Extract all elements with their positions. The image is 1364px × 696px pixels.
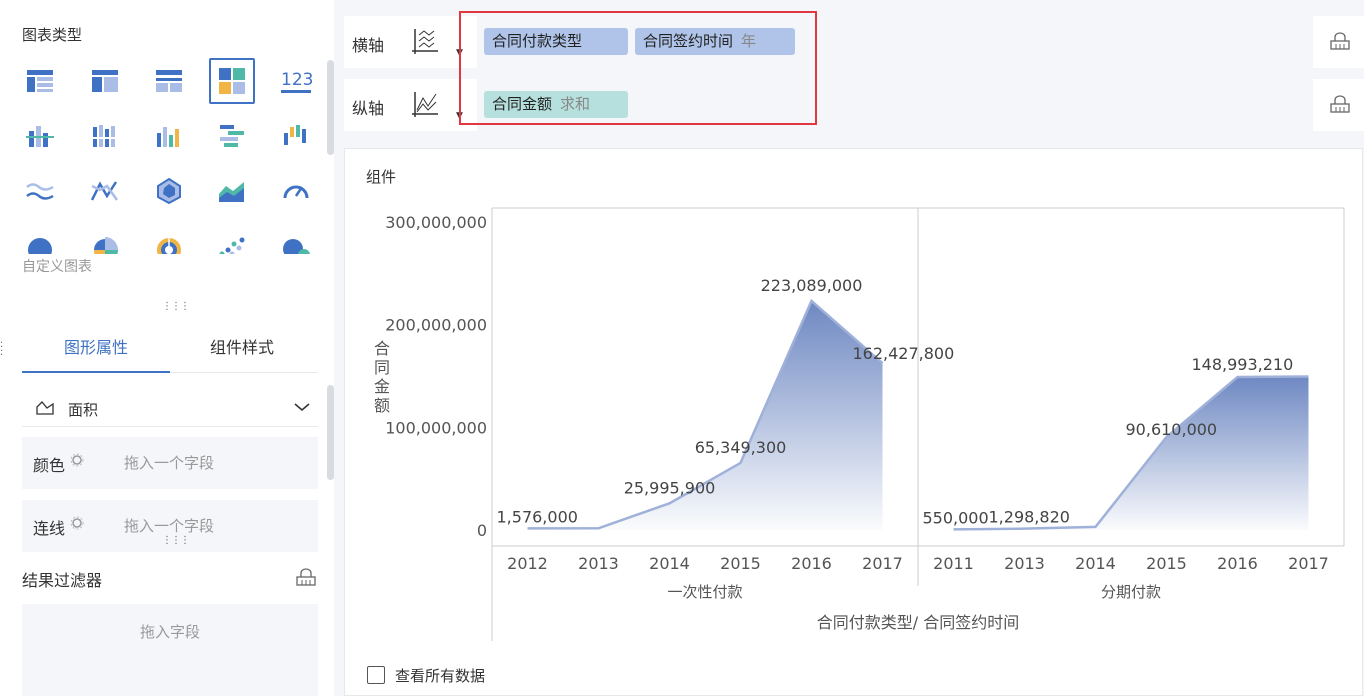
color-field-placeholder: 拖入一个字段 — [124, 454, 215, 472]
x-tick-label: 2016 — [1217, 554, 1258, 573]
data-label: 25,995,900 — [624, 478, 716, 497]
active-tab-indicator — [22, 371, 170, 373]
show-all-data-checkbox[interactable] — [367, 666, 385, 684]
kpi-number-icon[interactable]: 123 — [273, 58, 319, 104]
tab-component-style[interactable]: 组件样式 — [210, 334, 274, 358]
chart-type-grid: 123 — [10, 58, 322, 254]
bubble-icon[interactable] — [273, 223, 319, 254]
property-tabs: 图形属性 组件样式 — [22, 318, 318, 373]
x-category-label: 分期付款 — [1101, 583, 1161, 601]
y-tick-label: 300,000,000 — [385, 213, 487, 232]
stacked-bar-icon[interactable] — [82, 113, 128, 159]
lock-icon[interactable] — [1330, 95, 1350, 113]
x-axis-title: 合同付款类型/ 合同签约时间 — [817, 613, 1019, 632]
area-icon[interactable] — [209, 168, 255, 214]
x-tick-label: 2016 — [791, 554, 832, 573]
chevron-down-icon[interactable] — [294, 402, 310, 412]
grouped-bar-icon[interactable] — [17, 113, 63, 159]
waterfall-icon[interactable] — [273, 113, 319, 159]
data-label: 223,089,000 — [761, 276, 863, 295]
sunburst-icon[interactable] — [146, 223, 192, 254]
x-tick-label: 2011 — [933, 554, 974, 573]
multi-series-bar-icon[interactable] — [146, 113, 192, 159]
resize-grip-icon[interactable]: ⋮⋮⋮ — [162, 301, 190, 312]
y-tick-label: 200,000,000 — [385, 316, 487, 335]
line-field-placeholder: 拖入一个字段 — [124, 517, 215, 535]
y-axis-type-icon[interactable] — [410, 90, 440, 118]
area-chart: 0 100,000,000 200,000,000 300,000,000 合同金额 20… — [374, 207, 1345, 641]
left-panel: 图表类型 123 自定义图表 ⋮⋮⋮ 图形属性 组件样式 面积 颜色 拖入一个字… — [0, 0, 334, 696]
result-filter-title: 结果过滤器 — [22, 571, 103, 590]
data-label: 65,349,300 — [695, 438, 787, 457]
x-tick-label: 2014 — [1075, 554, 1116, 573]
shape-selector[interactable]: 面积 — [22, 386, 318, 427]
line-field-label: 连线 — [33, 519, 66, 538]
x-tick-label: 2013 — [578, 554, 619, 573]
horizontal-bar-icon[interactable] — [209, 113, 255, 159]
gauge-icon[interactable] — [273, 168, 319, 214]
properties-scrollbar[interactable] — [327, 385, 334, 480]
color-field-label: 颜色 — [33, 456, 66, 475]
x-axis-label: 横轴 — [352, 36, 385, 55]
tab-graphic-properties[interactable]: 图形属性 — [64, 334, 128, 358]
y-axis-label: 纵轴 — [352, 99, 385, 118]
x-tick-label: 2013 — [1004, 554, 1045, 573]
data-label: 148,993,210 — [1192, 355, 1294, 374]
y-axis-title: 合同金额 — [374, 339, 390, 415]
gear-icon[interactable] — [70, 516, 84, 530]
resize-grip-icon[interactable]: ⋮⋮⋮ — [162, 535, 190, 546]
radar-icon[interactable] — [146, 168, 192, 214]
filter-lock-icon[interactable] — [296, 568, 316, 586]
svg-text:123: 123 — [281, 70, 313, 90]
result-filter-drop[interactable]: 拖入字段 — [22, 604, 318, 696]
data-label: 90,610,000 — [1126, 420, 1218, 439]
x-axis-type-icon[interactable] — [410, 27, 440, 55]
table-icon[interactable] — [17, 58, 63, 104]
cross-table-icon[interactable] — [82, 58, 128, 104]
highlight-box — [459, 11, 817, 125]
chart-panel: 组件 0 100,000,000 200,000,000 300,000,000 合同金… — [344, 148, 1363, 696]
y-tick-label: 0 — [477, 521, 487, 540]
chart-types-title: 图表类型 — [22, 26, 83, 44]
lock-icon[interactable] — [1330, 32, 1350, 50]
area-shape-icon — [36, 401, 54, 415]
x-tick-label: 2015 — [720, 554, 761, 573]
data-label: 1,576,000 — [497, 507, 578, 526]
dashboard-table-icon[interactable] — [209, 58, 255, 104]
pie-icon[interactable] — [17, 223, 63, 254]
x-tick-label: 2014 — [649, 554, 690, 573]
x-tick-label: 2017 — [862, 554, 903, 573]
data-label: 1,298,820 — [989, 508, 1070, 527]
detail-table-icon[interactable] — [146, 58, 192, 104]
shape-label: 面积 — [68, 401, 99, 419]
data-label: 162,427,800 — [853, 344, 955, 363]
polyline-icon[interactable] — [82, 168, 128, 214]
scatter-icon[interactable] — [209, 223, 255, 254]
gear-icon[interactable] — [70, 453, 84, 467]
chart-types-scrollbar[interactable] — [327, 60, 334, 155]
custom-chart-label[interactable]: 自定义图表 — [22, 256, 92, 276]
color-field-drop[interactable]: 颜色 拖入一个字段 — [22, 437, 318, 489]
rose-pie-icon[interactable] — [82, 223, 128, 254]
x-tick-label: 2015 — [1146, 554, 1187, 573]
data-label: 550,000 — [923, 508, 989, 527]
panel-resize-handle[interactable]: · · · · — [0, 339, 3, 361]
x-tick-label: 2012 — [507, 554, 548, 573]
show-all-data-label[interactable]: 查看所有数据 — [395, 665, 485, 686]
line-icon[interactable] — [17, 168, 63, 214]
x-category-label: 一次性付款 — [667, 583, 742, 601]
result-filter-placeholder: 拖入字段 — [139, 623, 200, 641]
x-tick-label: 2017 — [1288, 554, 1329, 573]
y-tick-label: 100,000,000 — [385, 418, 487, 437]
